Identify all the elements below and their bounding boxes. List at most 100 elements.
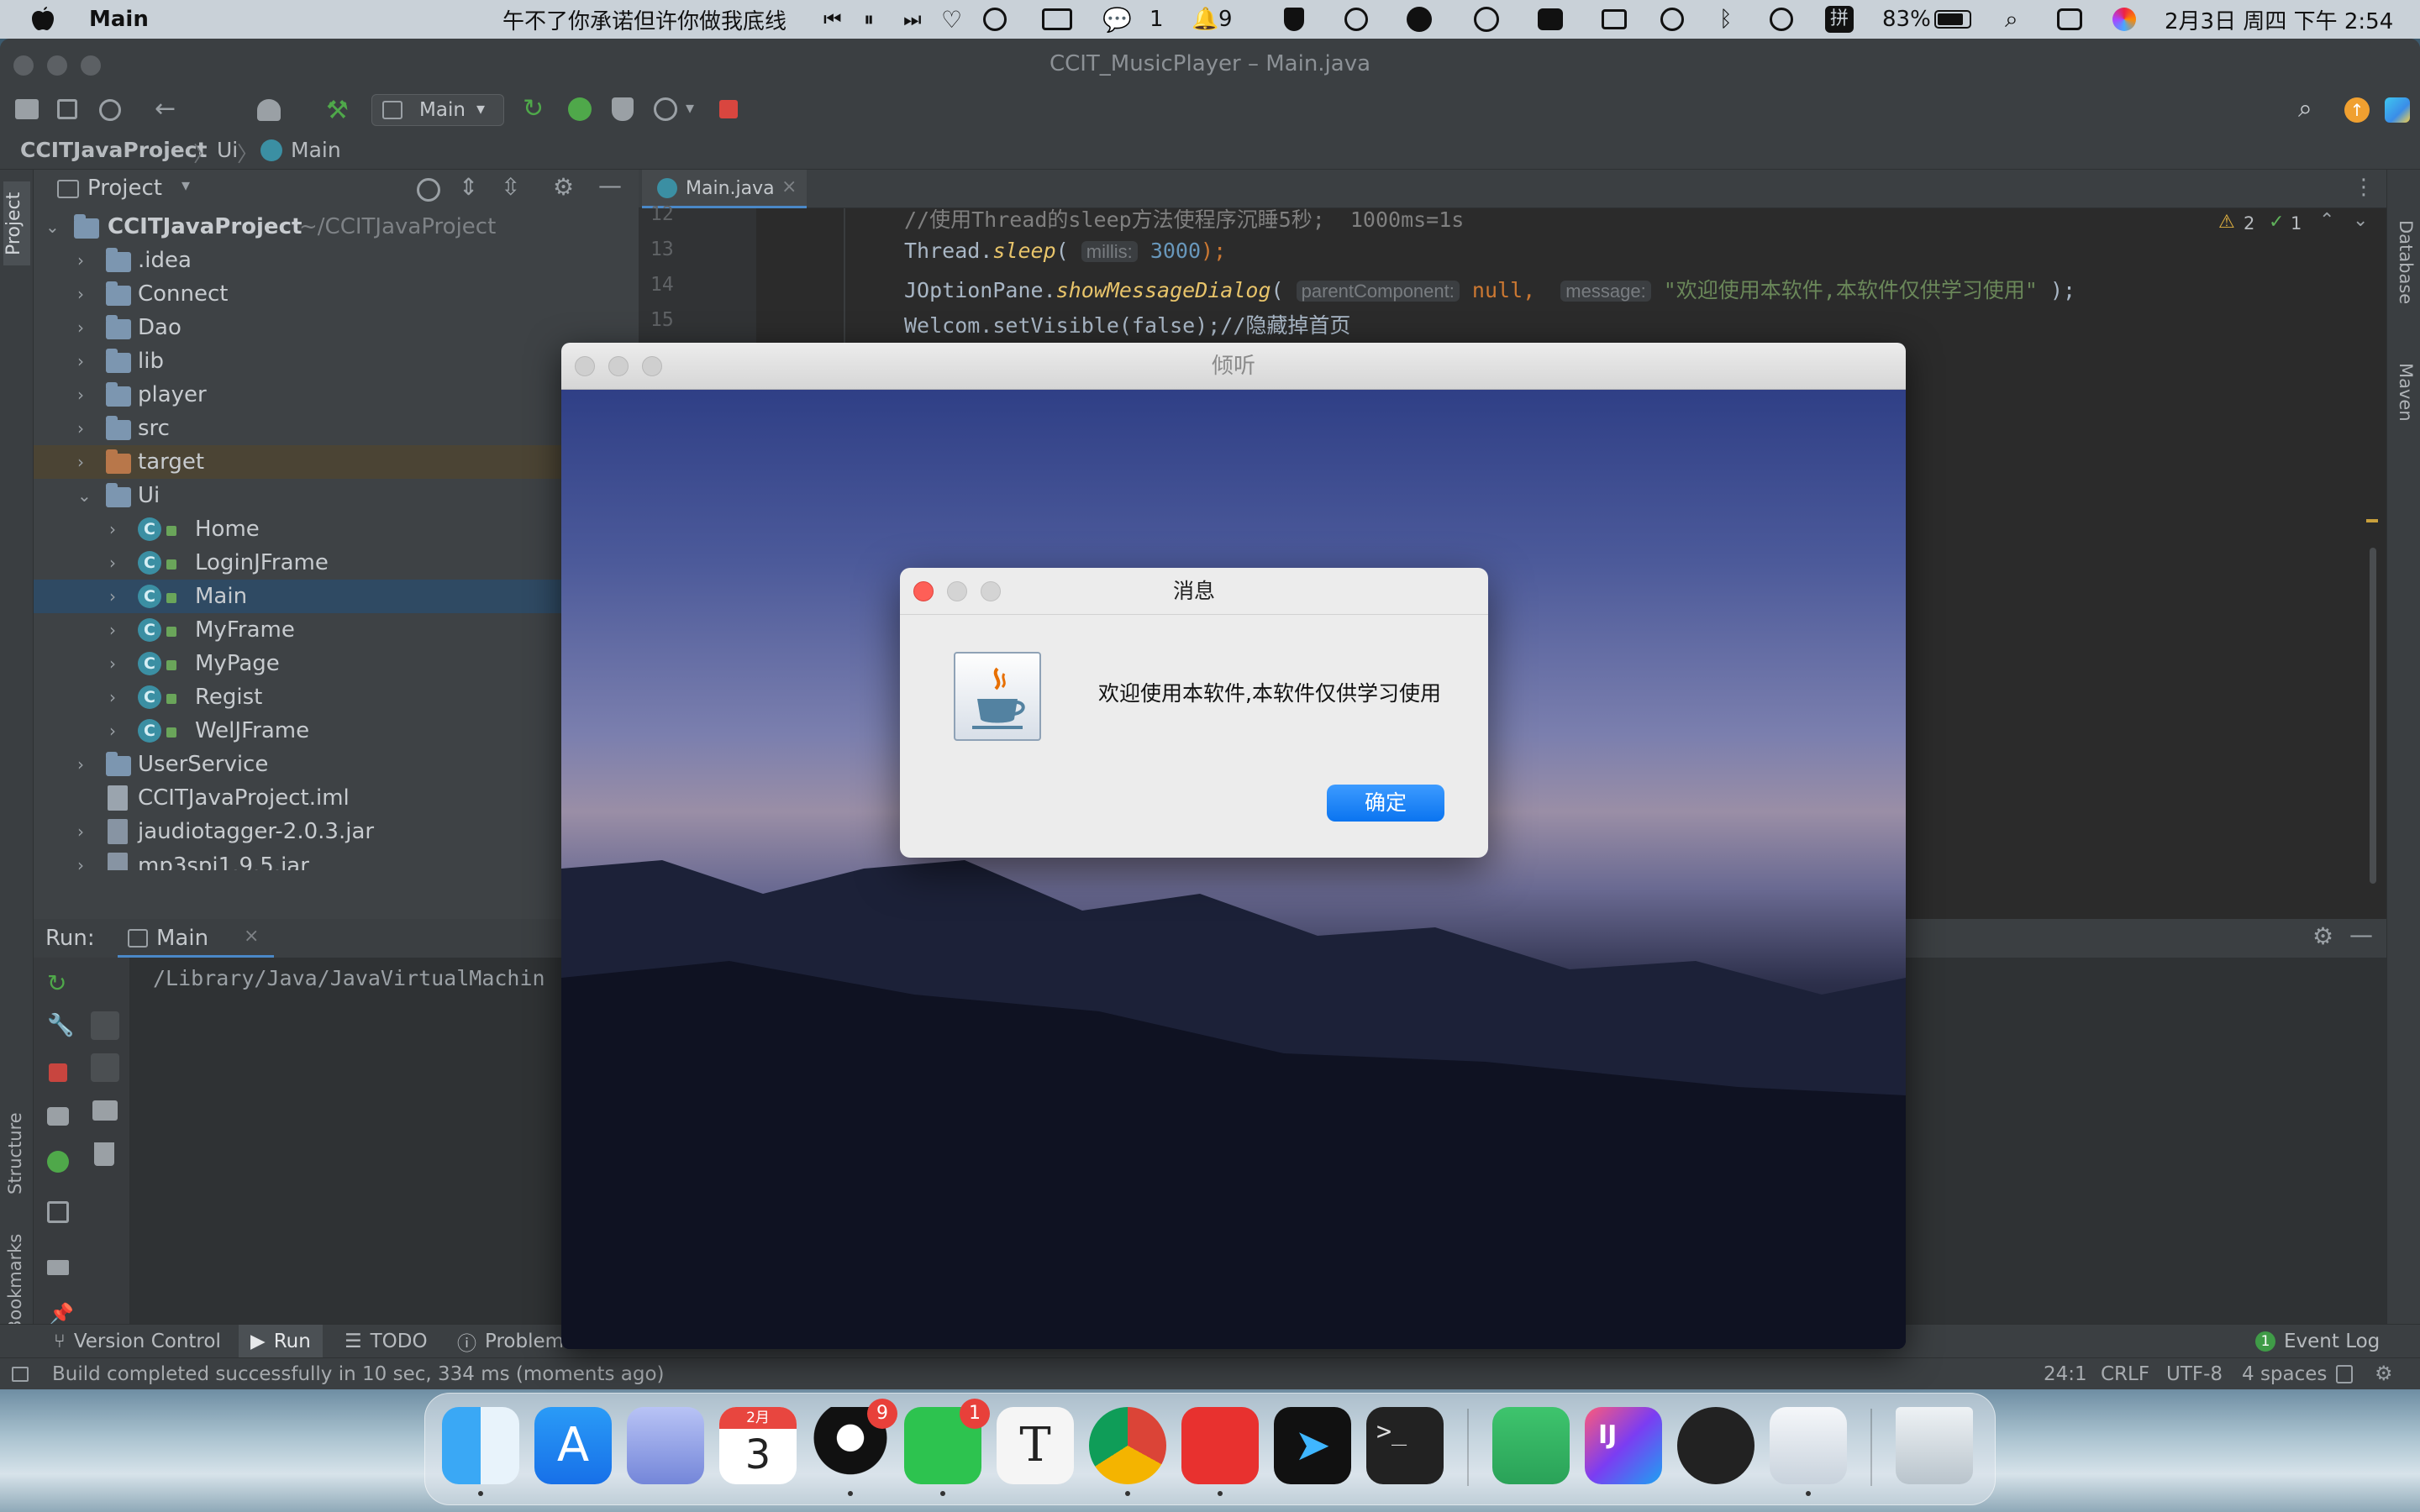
vcs-user-icon[interactable] [257, 99, 281, 121]
exit-icon[interactable] [47, 1201, 69, 1223]
loop-app-icon[interactable] [627, 1407, 704, 1484]
collapse-arrow-icon[interactable]: › [77, 857, 94, 870]
collapse-arrow-icon[interactable]: › [109, 622, 126, 638]
soft-wrap-icon[interactable] [91, 1011, 119, 1040]
gear-icon[interactable]: ⚙ [2312, 922, 2333, 950]
locate-icon[interactable] [417, 178, 440, 202]
collapse-arrow-icon[interactable]: › [109, 554, 126, 571]
tree-class-item[interactable]: › C LoginJFrame [34, 546, 639, 580]
tree-item[interactable]: › src [34, 412, 639, 445]
collapse-arrow-icon[interactable]: › [109, 689, 126, 706]
collapse-arrow-icon[interactable]: › [109, 655, 126, 672]
tree-item[interactable]: ⌄ Ui [34, 479, 639, 512]
collapse-arrow-icon[interactable]: › [109, 588, 126, 605]
layout-icon[interactable] [47, 1260, 69, 1275]
more-options-icon[interactable]: ⋮ [2353, 175, 2375, 200]
bookmarks-tool-tab[interactable]: Bookmarks [5, 1215, 29, 1332]
bluetooth-icon[interactable]: ᛒ [1719, 0, 1733, 39]
calendar-icon[interactable]: 2月 3 [719, 1407, 797, 1484]
bell-icon[interactable]: 🔔 [1192, 0, 1218, 39]
tree-class-item[interactable]: › C Home [34, 512, 639, 546]
tree-item[interactable]: › Connect [34, 277, 639, 311]
unity-icon[interactable] [1677, 1407, 1754, 1484]
run-config-select[interactable]: Main ▾ [371, 94, 504, 126]
update-icon[interactable]: ↑ [2344, 97, 2370, 123]
minimize-window-button[interactable] [608, 356, 629, 376]
tree-item[interactable]: › UserService [34, 748, 639, 781]
hide-panel-icon[interactable]: — [2349, 921, 2373, 948]
collapse-arrow-icon[interactable]: › [77, 319, 94, 336]
collapse-arrow-icon[interactable]: › [77, 386, 94, 403]
pin-icon[interactable]: 📌 [49, 1302, 74, 1326]
qq-icon[interactable]: 9 [812, 1399, 897, 1496]
print-icon[interactable] [92, 1100, 118, 1121]
gear-icon[interactable]: ⚙ [553, 173, 574, 201]
stop-icon[interactable] [49, 1063, 67, 1082]
run-tab-main[interactable]: Main × [118, 919, 274, 958]
apple-menu-icon[interactable] [30, 0, 55, 39]
profile-icon[interactable] [654, 97, 677, 121]
collapse-arrow-icon[interactable]: › [109, 722, 126, 739]
prompt-app-icon[interactable]: ➤ [1274, 1407, 1351, 1484]
netease-music-icon[interactable] [1181, 1407, 1259, 1496]
debug-bug-icon[interactable] [47, 1151, 69, 1173]
typora-icon[interactable]: T [997, 1407, 1074, 1484]
tab-problems[interactable]: ⓘ Problems [457, 1325, 574, 1358]
shield-icon[interactable] [1284, 0, 1304, 39]
tree-item[interactable]: › Dao [34, 311, 639, 344]
toggle-icon[interactable] [1538, 0, 1563, 39]
open-folder-icon[interactable] [15, 99, 39, 119]
console-output[interactable]: /Library/Java/JavaVirtualMachin [153, 966, 545, 990]
breadcrumb-project[interactable]: CCITJavaProject [20, 138, 208, 162]
play-circle-icon[interactable] [1660, 0, 1684, 39]
tree-class-item[interactable]: › C Regist [34, 680, 639, 714]
tab-event-log[interactable]: 1 Event Log [2255, 1325, 2380, 1358]
heart-icon[interactable]: ♡ [941, 0, 962, 39]
expand-all-icon[interactable]: ⇕ [459, 173, 478, 201]
face-icon[interactable] [1474, 0, 1499, 39]
siri-icon[interactable] [2112, 0, 2136, 39]
trash-icon[interactable] [1896, 1407, 1973, 1484]
expand-arrow-icon[interactable]: ⌄ [77, 487, 94, 504]
tree-jar-item[interactable]: › mp3spi1.9.5.jar [34, 848, 639, 870]
close-tab-icon[interactable]: × [781, 176, 797, 197]
breadcrumb-class[interactable]: Main [291, 138, 341, 162]
tree-file-item[interactable]: CCITJavaProject.iml [34, 781, 639, 815]
terminal-icon[interactable]: >_ [1366, 1407, 1444, 1484]
collapse-arrow-icon[interactable]: › [77, 286, 94, 302]
wrench-icon[interactable]: 🔧 [47, 1013, 74, 1038]
coverage-icon[interactable] [612, 97, 634, 121]
stop-icon[interactable] [719, 100, 738, 118]
tree-class-item[interactable]: › C MyPage [34, 647, 639, 680]
debug-bug-icon[interactable] [568, 97, 592, 121]
active-app-name[interactable]: Main [89, 0, 149, 39]
window-icon[interactable] [1602, 0, 1627, 39]
scroll-to-end-icon[interactable] [91, 1053, 119, 1082]
database-tool-tab[interactable]: Database [2392, 220, 2416, 329]
toggle-tool-windows-icon[interactable] [12, 1367, 29, 1382]
rerun-icon[interactable]: ↻ [523, 94, 544, 123]
spotlight-search-icon[interactable]: ⌕ [2005, 0, 2018, 39]
tree-class-item-selected[interactable]: › C Main [34, 580, 639, 613]
next-track-icon[interactable]: ⏭ [903, 0, 922, 39]
collapse-arrow-icon[interactable]: › [77, 252, 94, 269]
toolbox-icon[interactable] [2385, 97, 2410, 123]
app-store-icon[interactable]: A [534, 1407, 612, 1484]
java-app-icon[interactable] [1770, 1407, 1847, 1496]
search-everywhere-icon[interactable]: ⌕ [2298, 94, 2312, 123]
line-separator[interactable]: CRLF [2101, 1358, 2149, 1389]
breadcrumb-package[interactable]: Ui [217, 138, 238, 162]
tree-jar-item[interactable]: › jaudiotagger-2.0.3.jar [34, 815, 639, 848]
trash-icon[interactable] [94, 1142, 114, 1166]
gear-icon[interactable]: ⚙ [2375, 1362, 2393, 1385]
project-tool-tab[interactable]: Project [3, 181, 30, 265]
chevron-down-icon[interactable]: ▾ [182, 175, 190, 195]
file-encoding[interactable]: UTF-8 [2166, 1358, 2223, 1389]
user-icon[interactable] [1770, 0, 1793, 39]
input-method-icon[interactable]: 拼 [1825, 0, 1854, 39]
collapse-arrow-icon[interactable]: › [77, 454, 94, 470]
wechat-icon[interactable]: 1 [904, 1399, 990, 1496]
chevron-up-icon[interactable]: ⌃ [2319, 210, 2334, 231]
save-icon[interactable] [57, 99, 77, 119]
collapse-arrow-icon[interactable]: › [109, 521, 126, 538]
